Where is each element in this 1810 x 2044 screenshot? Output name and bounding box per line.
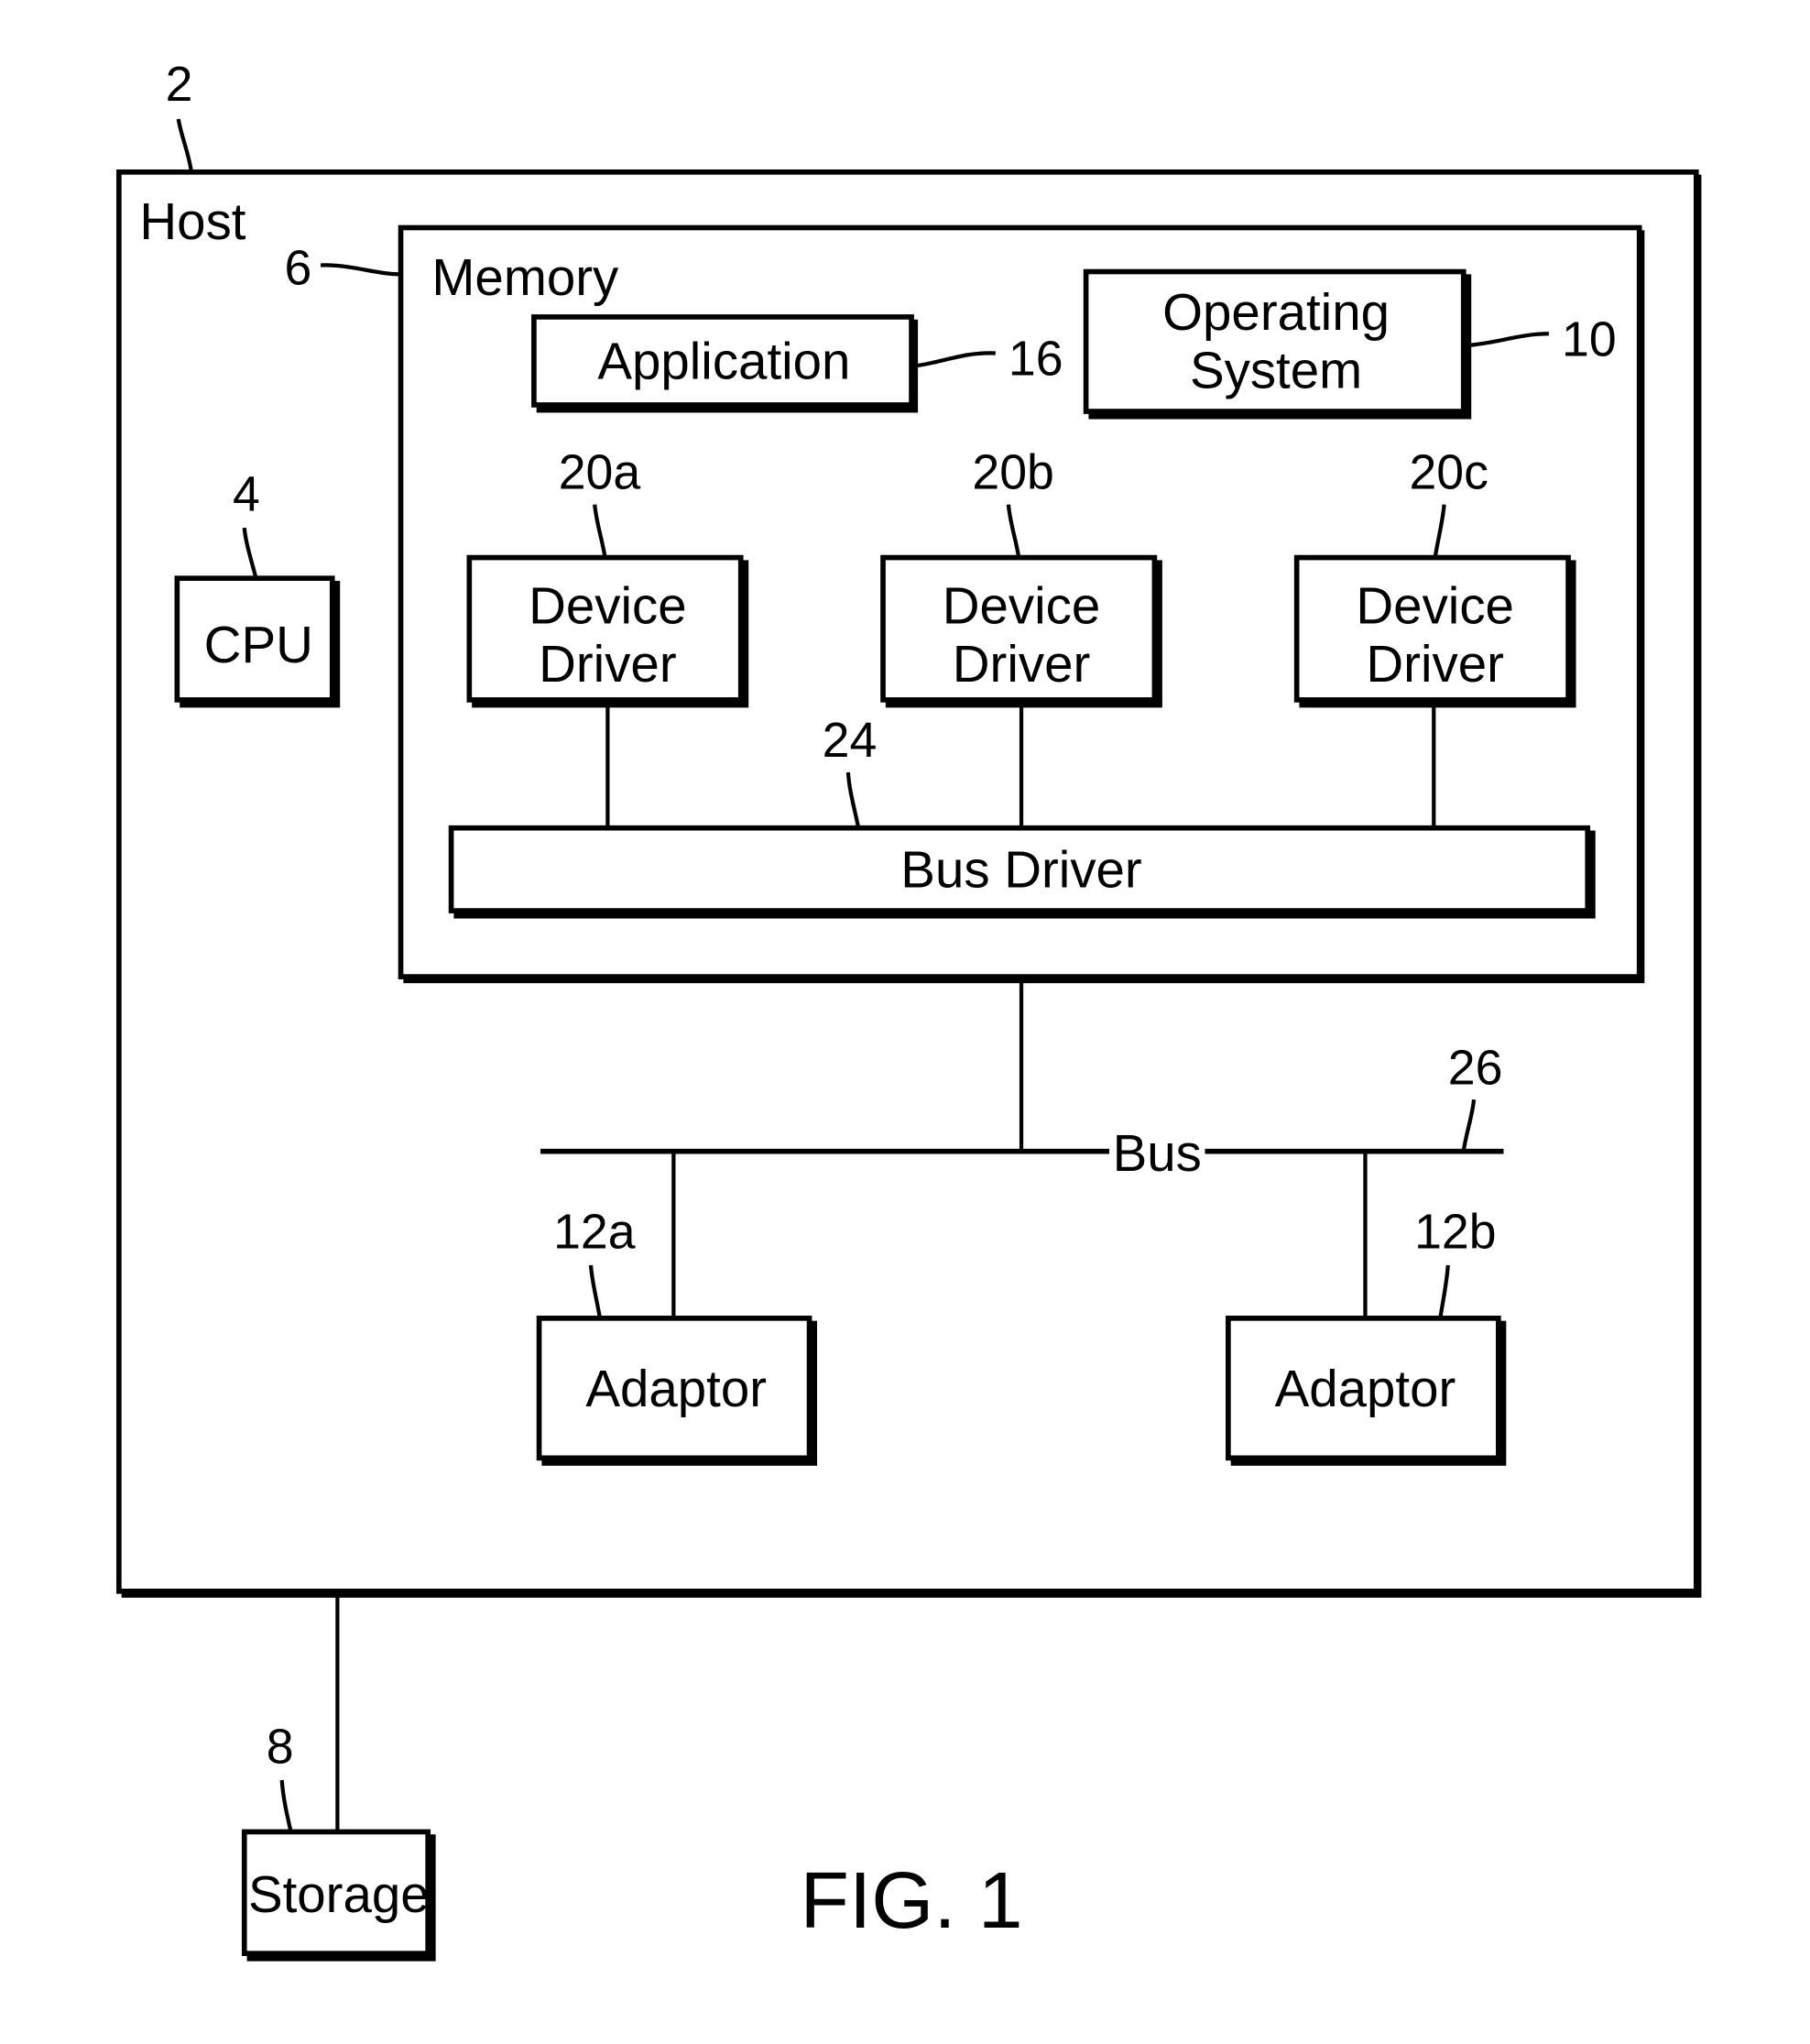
device-driver-b-ref: 20b	[972, 445, 1053, 500]
device-driver-b-line1: Device	[943, 577, 1101, 635]
device-driver-a-line2: Driver	[539, 635, 677, 693]
storage-leader-line	[279, 1779, 293, 1832]
operating-system-label-line1: Operating	[1162, 283, 1390, 341]
bus-driver-ref: 24	[823, 713, 878, 768]
device-driver-c-ref: 20c	[1409, 445, 1488, 500]
device-driver-c-line2: Driver	[1366, 635, 1504, 693]
device-driver-c-line1: Device	[1356, 577, 1514, 635]
memory-ref: 6	[285, 241, 312, 296]
operating-system-label-line2: System	[1190, 342, 1362, 399]
cpu-label: CPU	[204, 616, 313, 673]
figure-caption: FIG. 1	[801, 1855, 1023, 1945]
bus-driver-label: Bus Driver	[900, 841, 1141, 899]
host-leader-line	[176, 118, 193, 173]
storage-ref: 8	[267, 1720, 294, 1775]
memory-label: Memory	[431, 248, 619, 306]
adaptor-b-ref: 12b	[1414, 1205, 1496, 1260]
operating-system-ref: 10	[1562, 312, 1617, 366]
host-label: Host	[139, 192, 245, 250]
bus-label: Bus	[1113, 1124, 1202, 1182]
adaptor-a-ref: 12a	[553, 1205, 636, 1260]
adaptor-a-label: Adaptor	[585, 1360, 767, 1417]
host-ref: 2	[166, 57, 193, 112]
device-driver-a-ref: 20a	[559, 445, 641, 500]
device-driver-b-line2: Driver	[953, 635, 1091, 693]
application-ref: 16	[1009, 331, 1063, 386]
device-driver-a-line1: Device	[529, 577, 687, 635]
bus-ref: 26	[1448, 1040, 1503, 1095]
block-diagram: Host 2 CPU 4 Memory 6 Application 16 Ope…	[116, 57, 1702, 1962]
application-label: Application	[597, 333, 850, 390]
storage-label: Storage	[248, 1865, 430, 1923]
adaptor-b-label: Adaptor	[1275, 1360, 1456, 1417]
cpu-ref: 4	[233, 467, 260, 522]
